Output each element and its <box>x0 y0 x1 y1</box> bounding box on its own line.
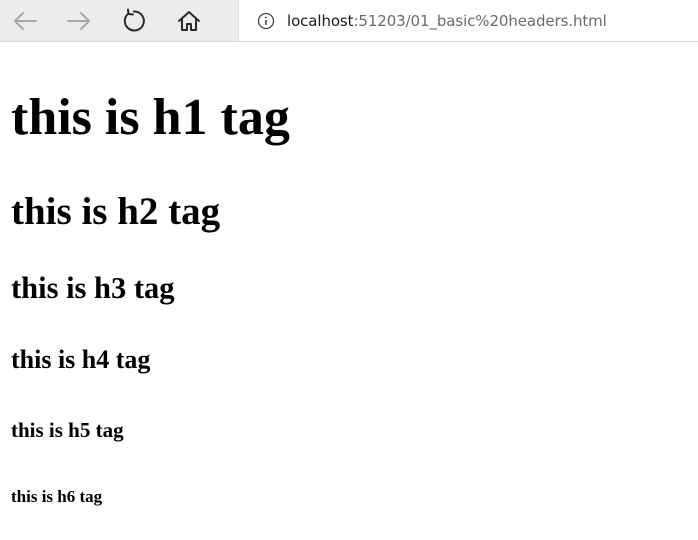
refresh-button[interactable] <box>118 5 150 37</box>
heading-h3: this is h3 tag <box>11 271 175 305</box>
heading-h1: this is h1 tag <box>11 89 290 146</box>
heading-h4: this is h4 tag <box>11 345 151 374</box>
home-button[interactable] <box>173 5 205 37</box>
heading-h6: this is h6 tag <box>11 487 103 506</box>
arrow-right-icon <box>67 12 90 30</box>
heading-h5: this is h5 tag <box>11 418 124 442</box>
arrow-left-icon <box>14 12 37 30</box>
home-icon <box>178 11 200 31</box>
forward-button[interactable] <box>63 5 95 37</box>
url-text[interactable]: localhost:51203/01_basic%20headers.html <box>287 12 607 30</box>
refresh-icon <box>123 8 145 32</box>
back-button[interactable] <box>9 5 41 37</box>
browser-toolbar: localhost:51203/01_basic%20headers.html <box>0 0 698 42</box>
address-bar[interactable]: localhost:51203/01_basic%20headers.html <box>238 0 698 41</box>
info-icon[interactable] <box>257 12 275 30</box>
url-host: localhost <box>287 11 354 30</box>
heading-h2: this is h2 tag <box>11 190 221 233</box>
page-content: this is h1 tag this is h2 tag this is h3… <box>0 42 698 540</box>
url-path: :51203/01_basic%20headers.html <box>353 11 607 30</box>
